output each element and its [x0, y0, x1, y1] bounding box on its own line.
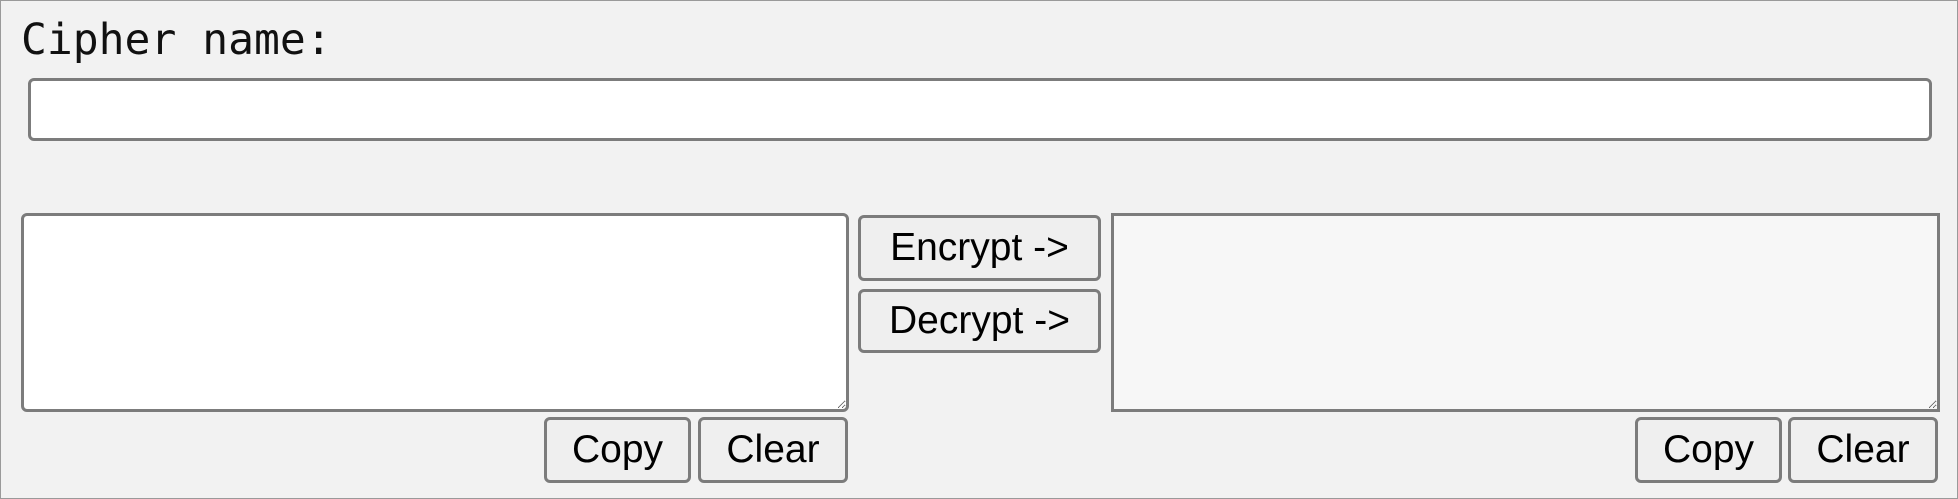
plaintext-input[interactable] — [21, 213, 849, 412]
copy-input-button[interactable]: Copy — [544, 417, 691, 483]
clear-input-button[interactable]: Clear — [698, 417, 848, 483]
encrypt-button[interactable]: Encrypt -> — [858, 215, 1101, 281]
decrypt-button[interactable]: Decrypt -> — [858, 289, 1101, 353]
clear-output-button[interactable]: Clear — [1788, 417, 1938, 483]
cipher-name-label: Cipher name: — [21, 15, 332, 65]
copy-output-button[interactable]: Copy — [1635, 417, 1782, 483]
cipher-name-input[interactable] — [28, 78, 1932, 141]
app-panel: Cipher name: Encrypt -> Decrypt -> Copy … — [0, 0, 1958, 499]
result-output[interactable] — [1111, 213, 1940, 412]
